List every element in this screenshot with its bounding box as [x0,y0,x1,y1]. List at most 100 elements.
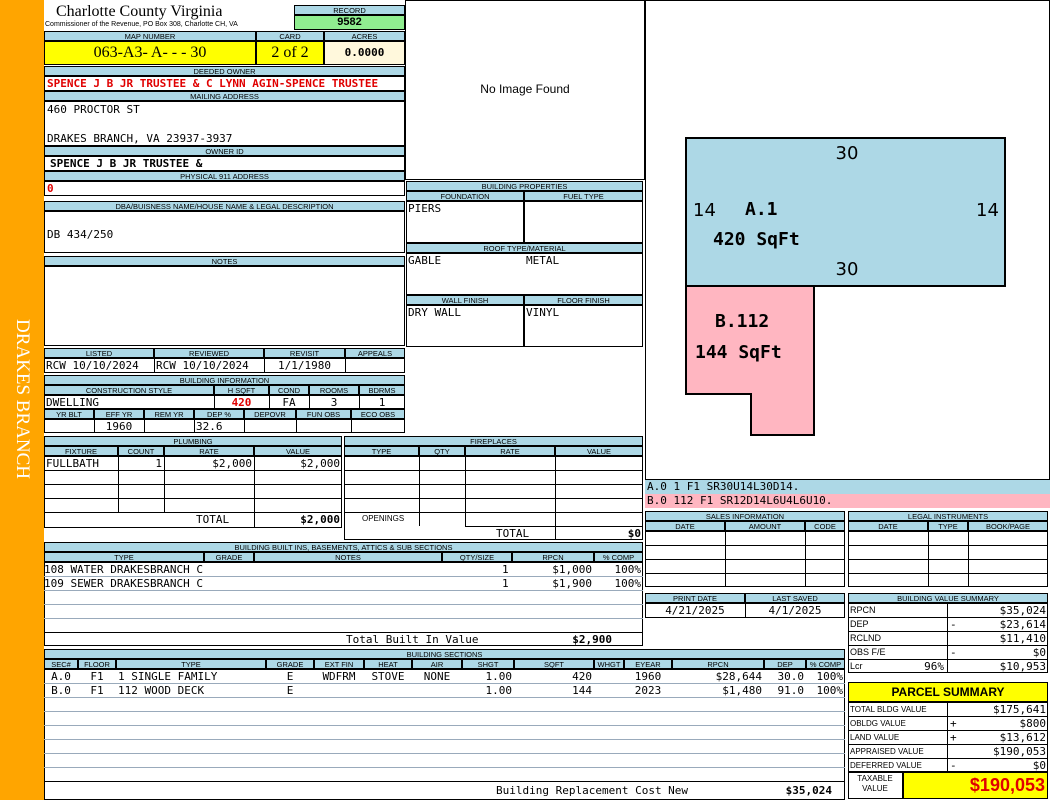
mailing-line-1: 460 PROCTOR ST [47,103,140,116]
legal-description: DB 434/250 [47,228,114,241]
builtins-total: $2,900 [572,633,612,646]
sections-cell: 112 WOOD DECK [118,684,205,697]
hsqft-value: 420 [231,396,252,409]
vs-obs-label: OBS F/E [850,647,886,657]
builtin-row-1-qty: 1 [502,563,509,576]
yrblt-label: YR BLT [44,409,94,419]
parcel-row-label: TOTAL BLDG VALUE [850,705,927,714]
sections-cell: F1 [90,684,104,697]
sections-cell: F1 [90,670,104,683]
section-b-name: B.112 [715,312,770,332]
sections-cell: STOVE [371,670,405,683]
sections-col-header: HEAT [364,659,412,669]
builtins-comp-label: % COMP [594,552,643,562]
builtin-row-1-type: 108 WATER DRAKESBRANCH C [44,563,203,576]
fuel-type-label: FUEL TYPE [524,191,643,201]
construction-style-label: CONSTRUCTION STYLE [44,385,214,395]
sections-col-header: RPCN [672,659,764,669]
sections-col-header: TYPE [116,659,266,669]
builtins-notes-label: NOTES [254,552,442,562]
sections-cell: 1.00 [485,684,513,697]
vs-dep-value: $23,614 [999,618,1046,631]
plumbing-value-label: VALUE [254,446,342,456]
last-saved-label: LAST SAVED [745,593,845,603]
vs-lcr-pct: 96% [924,660,944,673]
taxable-value: $190,053 [903,772,1048,799]
fp-openings-label: OPENINGS [362,514,405,523]
builtin-row-2-comp: 100% [614,577,642,590]
deeded-owner-label: DEEDED OWNER [44,66,405,76]
parcel-row-label: OBLDG VALUE [850,719,906,728]
owner-id: SPENCE J B JR TRUSTEE & [44,156,405,171]
fixture-label: FIXTURE [44,446,118,456]
wall-finish: DRY WALL [408,306,461,319]
sections-col-header: SQFT [514,659,594,669]
vs-dep-label: DEP [850,619,869,629]
legal-title: LEGAL INSTRUMENTS [848,511,1048,521]
vs-rpcn-label: RPCN [850,605,876,615]
vs-lcr-value: $10,953 [999,660,1046,673]
section-a-top-dim: 30 [835,144,859,164]
sections-cell: 100% [816,670,844,683]
listed-label: LISTED [44,348,154,358]
builtin-row-2-rpcn: $1,900 [552,577,592,590]
vs-rpcn-value: $35,024 [999,604,1046,617]
sections-cell: 420 [572,670,592,683]
reviewed-label: REVIEWED [154,348,264,358]
legal-book-label: BOOK/PAGE [968,521,1048,531]
fp-total: $0 [627,527,641,540]
roof-box [406,253,643,295]
acres-value: 0.0000 [324,41,405,65]
sales-title: SALES INFORMATION [645,511,845,521]
dep-label: DEP % [194,409,244,419]
effyr-label: EFF YR [94,409,144,419]
bdrms-label: BDRMS [359,385,405,395]
fp-total-label: TOTAL [496,527,530,540]
deeded-owner: SPENCE J B JR TRUSTEE & C LYNN AGIN-SPEN… [44,76,405,91]
appeals-label: APPEALS [345,348,405,358]
acres-label: ACRES [324,31,405,41]
vs-rclnd-value: $11,410 [999,632,1046,645]
record-label: RECORD [294,5,405,15]
vs-obs-value: $0 [1032,646,1046,659]
sections-cell: 100% [816,684,844,697]
sections-cell: 2023 [634,684,662,697]
cond-value: FA [282,396,296,409]
wall-finish-label: WALL FINISH [406,295,524,305]
sections-cell: $28,644 [715,670,762,683]
parcel-row-value: $13,612 [999,731,1046,744]
sections-total-label: Building Replacement Cost New [496,784,689,797]
fp-value-label: VALUE [555,446,643,456]
plumbing-title: PLUMBING [44,436,342,446]
sections-cell: NONE [423,670,451,683]
construction-style: DWELLING [46,396,99,409]
ecoobs-label: ECO OBS [351,409,405,419]
notes-box [44,266,405,346]
mailing-address-label: MAILING ADDRESS [44,91,405,101]
builtin-row-1-rpcn: $1,000 [552,563,592,576]
record-number: 9582 [294,15,405,30]
sections-col-header: SHGT [462,659,514,669]
revisit-label: REVISIT [264,348,345,358]
legal-date-label: DATE [848,521,928,531]
depovr-label: DEPOVR [244,409,296,419]
print-date-label: PRINT DATE [645,593,745,603]
sales-code-label: CODE [805,521,845,531]
sections-cell: E [286,670,294,683]
sections-col-header: AIR [412,659,462,669]
effyr-value: 1960 [105,420,133,433]
dba-label: DBA/BUISNESS NAME/HOUSE NAME & LEGAL DES… [44,201,405,211]
sections-cell: 30.0 [777,670,805,683]
parcel-row-value: $800 [1019,717,1047,730]
dep-value: 32.6 [196,420,223,433]
physical-address: 0 [44,181,405,196]
sections-title: BUILDING SECTIONS [44,649,845,659]
plumbing-rate: $2,000 [212,457,252,470]
section-b-area: 144 SqFt [695,343,782,363]
building-properties-title: BUILDING PROPERTIES [406,181,643,191]
owner-id-label: OWNER ID [44,146,405,156]
builtin-row-1-comp: 100% [614,563,642,576]
floor-finish: VINYL [526,306,560,319]
builtins-title: BUILDING BUILT INS, BASEMENTS, ATTICS & … [44,542,643,552]
sections-cell: 1 SINGLE FAMILY [118,670,218,683]
